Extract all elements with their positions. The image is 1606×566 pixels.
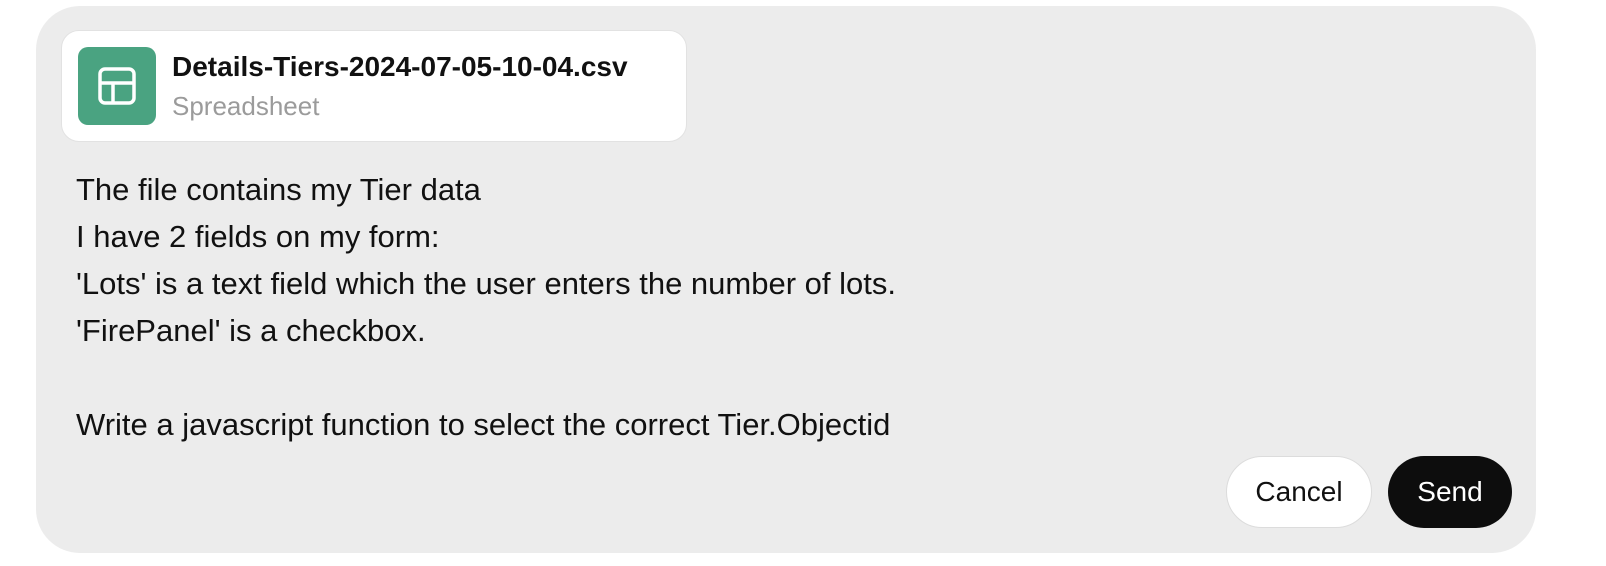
message-line-blank	[76, 354, 1376, 401]
spreadsheet-icon	[78, 47, 156, 125]
cancel-button[interactable]: Cancel	[1226, 456, 1372, 528]
message-line: 'FirePanel' is a checkbox.	[76, 313, 426, 348]
message-line: I have 2 fields on my form:	[76, 219, 440, 254]
file-name: Details-Tiers-2024-07-05-10-04.csv	[172, 51, 628, 82]
message-line: The file contains my Tier data	[76, 172, 481, 207]
message-text[interactable]: The file contains my Tier data I have 2 …	[76, 166, 1376, 448]
file-type-label: Spreadsheet	[172, 91, 320, 121]
message-editor: Details-Tiers-2024-07-05-10-04.csv Sprea…	[36, 6, 1536, 553]
message-line: Write a javascript function to select th…	[76, 407, 891, 442]
send-button[interactable]: Send	[1388, 456, 1512, 528]
file-attachment-card[interactable]: Details-Tiers-2024-07-05-10-04.csv Sprea…	[61, 30, 687, 142]
message-line: 'Lots' is a text field which the user en…	[76, 266, 896, 301]
